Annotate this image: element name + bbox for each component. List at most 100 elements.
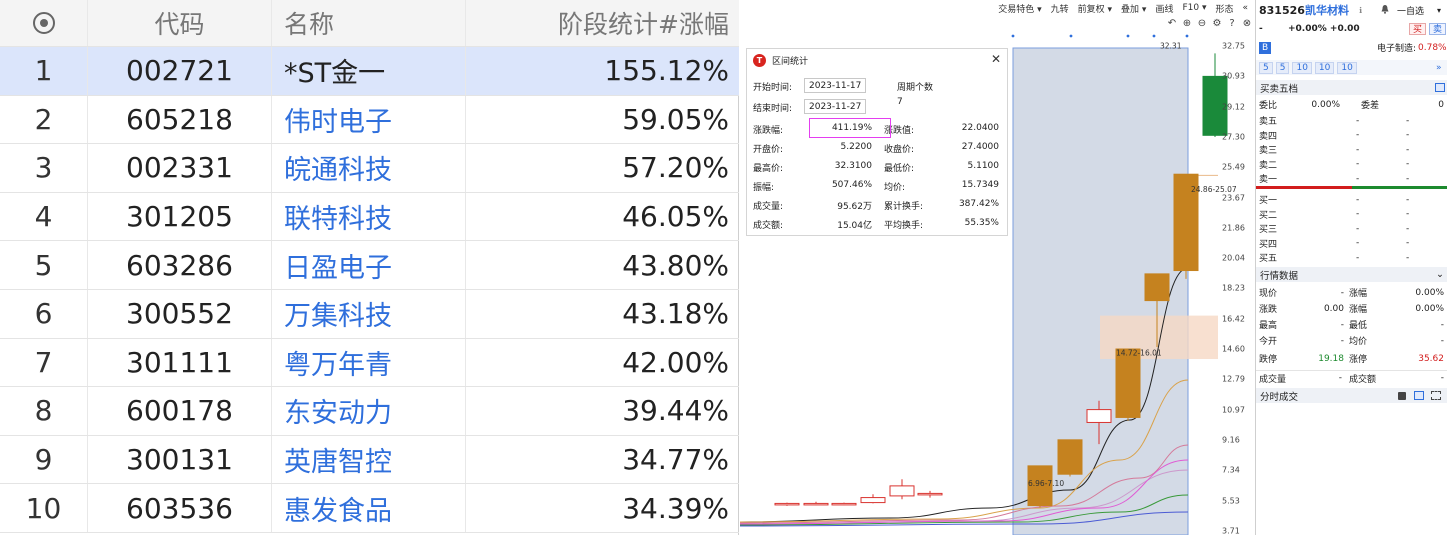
header-code[interactable]: 代码 <box>88 0 272 46</box>
watchlist-dropdown-icon[interactable]: ▾ <box>1437 6 1441 15</box>
buy-button[interactable]: 买 <box>1409 22 1427 35</box>
chevron-down-icon[interactable]: ⌄ <box>1436 269 1444 280</box>
zoom-in-icon[interactable]: ⊕ <box>1182 18 1192 29</box>
level-tab[interactable]: 10 <box>1292 61 1312 74</box>
close-icon[interactable]: ✕ <box>991 52 1001 66</box>
stat-label: 最低价: <box>884 164 915 174</box>
level-tab[interactable]: 10 <box>1337 61 1357 74</box>
market-data-header: 行情数据 ⌄ <box>1256 267 1447 282</box>
collapse-icon[interactable]: » <box>1436 63 1442 73</box>
bell-icon[interactable] <box>1380 4 1390 14</box>
stat-label: 成交额: <box>753 221 784 231</box>
market-row: 今开 - 均价 - <box>1256 333 1447 348</box>
price-tick-label: 30.93 <box>1222 71 1245 81</box>
chart-toolbar-item[interactable]: 形态 <box>1215 2 1233 15</box>
level-price: - <box>1356 209 1360 219</box>
chart-icon-bar: ↶ ⊕ ⊖ ⚙? ⊗ <box>1167 18 1252 29</box>
stock-code: 002721 <box>88 47 272 95</box>
stock-name[interactable]: 日盈电子 <box>272 241 466 289</box>
market-row: 最高 - 最低 - <box>1256 317 1447 332</box>
candle-body <box>831 502 857 506</box>
bid-ask-divider-red <box>1256 186 1352 189</box>
end-date-field[interactable]: 2023-11-27 <box>804 99 867 114</box>
close-icon[interactable]: ⊗ <box>1242 18 1252 29</box>
start-label: 开始时间: <box>753 83 793 93</box>
stock-name[interactable]: 联特科技 <box>272 192 466 241</box>
table-row[interactable]: 6 300552 万集科技 43.18% <box>0 290 739 339</box>
level-tab[interactable]: 5 <box>1259 61 1273 74</box>
chart-toolbar-item[interactable]: 叠加 ▾ <box>1121 2 1146 15</box>
dialog-title: 区间统计 <box>772 56 809 67</box>
sell-button[interactable]: 卖 <box>1429 22 1447 35</box>
stat-label: 最高价: <box>753 164 784 174</box>
price-annotation: 32.31 <box>1160 42 1182 51</box>
app-logo-icon: T <box>753 53 766 67</box>
candle-body <box>860 497 886 504</box>
price-tick-label: 16.42 <box>1222 314 1245 324</box>
level-price: - <box>1356 144 1360 155</box>
chart-toolbar-item[interactable]: F10 ▾ <box>1182 3 1206 13</box>
buy-level-row: 买一 - - <box>1256 192 1447 207</box>
stock-name[interactable]: 粤万年青 <box>272 338 466 387</box>
stat-label: 涨跌幅: <box>753 126 784 136</box>
fullscreen-icon[interactable] <box>1431 391 1441 400</box>
stock-name[interactable]: 万集科技 <box>272 290 466 338</box>
level-tab[interactable]: 10 <box>1314 61 1335 74</box>
header-period-change[interactable]: 阶段统计#涨幅 <box>466 0 739 46</box>
limit-up-label: 涨停 <box>1349 355 1368 365</box>
chart-toolbar-item[interactable]: 九转 <box>1051 2 1069 15</box>
table-view-icon[interactable] <box>1435 83 1445 92</box>
price-tick-label: 9.16 <box>1222 435 1240 445</box>
level-volume: - <box>1406 173 1410 184</box>
table-row[interactable]: 8 600178 东安动力 39.44% <box>0 387 739 436</box>
stock-name[interactable]: 凯华材料 <box>1305 2 1349 18</box>
market-row: 现价 - 涨幅 0.00% <box>1256 285 1447 300</box>
table-row[interactable]: 10 603536 惠发食品 34.39% <box>0 484 739 533</box>
stock-name[interactable]: 英唐智控 <box>272 435 466 484</box>
table-row[interactable]: 2 605218 伟时电子 59.05% <box>0 95 739 145</box>
header-name[interactable]: 名称 <box>272 0 466 46</box>
ticks-title: 分时成交 <box>1260 391 1299 403</box>
level-tab[interactable]: 5 <box>1275 61 1290 74</box>
undo-icon[interactable]: ↶ <box>1167 18 1177 29</box>
table-row[interactable]: 9 300131 英唐智控 34.77% <box>0 435 739 485</box>
chart-toolbar-item[interactable]: « <box>1242 3 1248 13</box>
stock-code: 301111 <box>88 338 272 387</box>
stock-name[interactable]: 皖通科技 <box>272 144 466 192</box>
five-levels-title: 买卖五档 <box>1260 83 1299 95</box>
ratio-label: 委比 <box>1259 101 1278 111</box>
lock-icon[interactable] <box>1398 391 1406 400</box>
column-settings-button[interactable] <box>0 0 88 46</box>
table-row[interactable]: 1 002721 *ST金一 155.12% <box>0 47 739 96</box>
table-row[interactable]: 3 002331 皖通科技 57.20% <box>0 144 739 193</box>
chart-toolbar-item[interactable]: 前复权 ▾ <box>1078 2 1112 15</box>
market-data-title: 行情数据 <box>1260 270 1299 282</box>
stat-label: 累计换手: <box>884 202 924 212</box>
industry-label[interactable]: 电子制造: <box>1377 41 1416 54</box>
kline-chart-panel[interactable]: 32.31 24.86-25.07 14.72-16.01 6.96-7.10 交易特… <box>740 0 1254 535</box>
row-index: 6 <box>0 290 88 338</box>
help-icon[interactable]: ? <box>1227 18 1237 29</box>
market-value: 0.00% <box>1415 287 1444 298</box>
add-watchlist-button[interactable]: 一自选 <box>1397 4 1424 17</box>
table-view-icon[interactable] <box>1414 391 1424 400</box>
stock-name[interactable]: *ST金一 <box>272 47 466 95</box>
table-row[interactable]: 4 301205 联特科技 46.05% <box>0 192 739 242</box>
row-index: 7 <box>0 338 88 387</box>
marker-dot <box>1011 34 1015 38</box>
table-row[interactable]: 7 301111 粤万年青 42.00% <box>0 338 739 388</box>
chart-toolbar-item[interactable]: 画线 <box>1155 2 1173 15</box>
zoom-out-icon[interactable]: ⊖ <box>1197 18 1207 29</box>
settings-icon[interactable]: ⚙ <box>1212 18 1222 29</box>
stock-name[interactable]: 伟时电子 <box>272 95 466 144</box>
stock-name[interactable]: 惠发食品 <box>272 484 466 532</box>
table-row[interactable]: 5 603286 日盈电子 43.80% <box>0 241 739 290</box>
stock-name[interactable]: 东安动力 <box>272 387 466 435</box>
level-price: - <box>1356 238 1360 248</box>
market-row: 涨跌 0.00 涨幅 0.00% <box>1256 301 1447 316</box>
info-icon[interactable]: ℹ <box>1359 6 1362 15</box>
level-label: 买五 <box>1259 254 1278 264</box>
chart-toolbar-item[interactable]: 交易特色 ▾ <box>998 2 1041 15</box>
limit-down-value: 19.18 <box>1318 353 1344 364</box>
start-date-field[interactable]: 2023-11-17 <box>804 78 867 93</box>
